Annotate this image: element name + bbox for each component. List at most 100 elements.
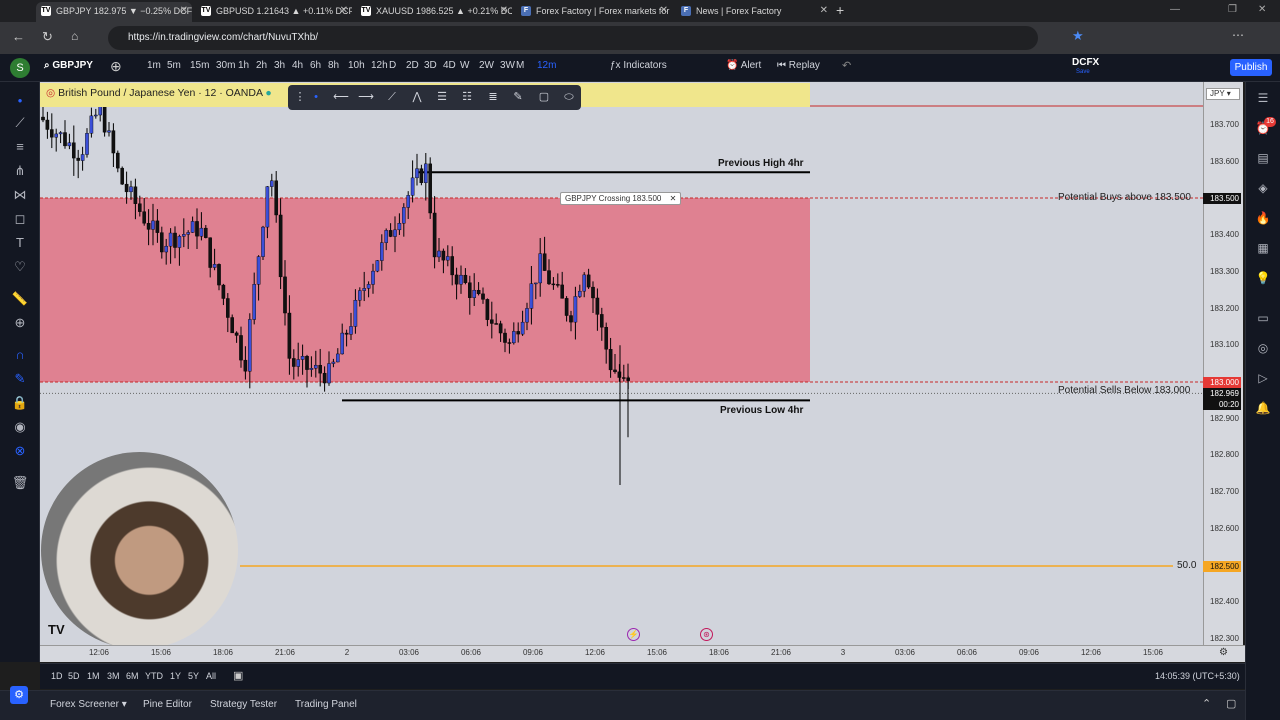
alert-tag[interactable]: GBPJPY Crossing 183.500 ✕	[560, 192, 682, 205]
stream-icon[interactable]: ▷	[1254, 370, 1272, 386]
star-icon[interactable]: ★	[1072, 28, 1084, 44]
panel-forex-screener[interactable]: Forex Screener ▾	[50, 699, 127, 710]
interval-1h[interactable]: 1h	[238, 60, 249, 71]
interval-12h[interactable]: 12h	[371, 60, 388, 71]
close-icon[interactable]: ✕	[670, 194, 677, 203]
chat-icon[interactable]: ▭	[1254, 310, 1272, 326]
collapse-icon[interactable]: ⌃	[1202, 697, 1211, 710]
panel-pine-editor[interactable]: Pine Editor	[143, 699, 192, 710]
interval-W[interactable]: W	[460, 60, 469, 71]
alert-button[interactable]: ⏰ Alert	[726, 60, 761, 71]
interval-8h[interactable]: 8h	[328, 60, 339, 71]
range-3M[interactable]: 3M	[107, 671, 120, 681]
range-5Y[interactable]: 5Y	[188, 671, 199, 681]
ideas-icon[interactable]: 💡	[1254, 270, 1272, 286]
interval-4h[interactable]: 4h	[292, 60, 303, 71]
interval-M[interactable]: M	[516, 60, 524, 71]
clock[interactable]: 14:05:39 (UTC+5:30)	[1155, 671, 1240, 681]
interval-1m[interactable]: 1m	[147, 60, 161, 71]
range-YTD[interactable]: YTD	[145, 671, 163, 681]
path-icon[interactable]: ⋀	[409, 89, 425, 105]
range-5D[interactable]: 5D	[68, 671, 80, 681]
fib-extension-icon[interactable]: ☷	[459, 89, 475, 105]
date-range-icon[interactable]: ▣	[233, 669, 243, 682]
range-1Y[interactable]: 1Y	[170, 671, 181, 681]
magnet-icon[interactable]: ∩	[10, 346, 30, 364]
new-tab-icon[interactable]: +	[836, 2, 844, 18]
trash-icon[interactable]: 🗑	[10, 474, 30, 492]
interval-2h[interactable]: 2h	[256, 60, 267, 71]
bell-icon[interactable]: 🔔	[1254, 400, 1272, 416]
interval-4D[interactable]: 4D	[443, 60, 456, 71]
globe-icon[interactable]: ⊗	[10, 442, 30, 460]
stay-drawing-icon[interactable]: ✎	[10, 370, 30, 388]
undo-icon[interactable]: ↶	[842, 59, 851, 72]
drag-handle-icon[interactable]: ⋮	[292, 89, 308, 105]
interval-10h[interactable]: 10h	[348, 60, 365, 71]
currency-select[interactable]: JPY ▾	[1206, 88, 1240, 100]
range-6M[interactable]: 6M	[126, 671, 139, 681]
rectangle-icon[interactable]: ▢	[536, 89, 552, 105]
tab-gbpusd[interactable]: TV GBPUSD 1.21643 ▲ +0.11% DCF ✕	[196, 2, 352, 22]
publish-button[interactable]: Publish	[1230, 59, 1272, 76]
broker-name[interactable]: DCFX	[1072, 57, 1099, 68]
maximize-panel-icon[interactable]: ▢	[1226, 697, 1236, 710]
back-icon[interactable]: ←	[12, 29, 25, 44]
patterns-icon[interactable]: ⋈	[10, 186, 30, 204]
close-icon[interactable]: ✕	[340, 2, 348, 20]
interval-2D[interactable]: 2D	[406, 60, 419, 71]
cursor-icon[interactable]: •	[10, 92, 30, 110]
more-icon[interactable]: ⋯	[1232, 28, 1244, 42]
lines-icon[interactable]: ≡	[10, 138, 30, 156]
tab-forex-factory[interactable]: F Forex Factory | Forex markets for ✕	[516, 2, 672, 22]
url-field[interactable]: https://in.tradingview.com/chart/NuvuTXh…	[108, 26, 1038, 50]
reload-icon[interactable]: ↻	[42, 29, 53, 45]
trendline-icon[interactable]: ⟋	[384, 89, 400, 105]
layers-icon[interactable]: ◈	[1254, 180, 1272, 196]
ellipse-icon[interactable]: ⬭	[561, 89, 577, 105]
manage-icon[interactable]: ⚙	[10, 686, 28, 704]
range-All[interactable]: All	[206, 671, 216, 681]
tab-xauusd[interactable]: TV XAUUSD 1986.525 ▲ +0.21% DC ✕	[356, 2, 512, 22]
ruler-icon[interactable]: 📏	[10, 290, 30, 308]
avatar[interactable]: S	[10, 58, 30, 78]
minimize-icon[interactable]: —	[1170, 4, 1180, 15]
close-icon[interactable]: ✕	[660, 2, 668, 20]
watchlist-icon[interactable]: ☰	[1254, 90, 1272, 106]
text-icon[interactable]: T	[10, 234, 30, 252]
interval-3W[interactable]: 3W	[500, 60, 515, 71]
interval-15m[interactable]: 15m	[190, 60, 209, 71]
parallel-channel-icon[interactable]: ≣	[485, 89, 501, 105]
close-icon[interactable]: ✕	[500, 2, 508, 20]
horizontal-line-icon[interactable]: ⟶	[358, 89, 374, 105]
event-icon[interactable]: ⊛	[700, 628, 713, 641]
close-icon[interactable]: ✕	[820, 2, 828, 20]
settings-icon[interactable]: ⚙	[1219, 647, 1228, 658]
home-icon[interactable]: ⌂	[71, 29, 78, 43]
close-window-icon[interactable]: ✕	[1258, 4, 1266, 15]
fib-retracement-icon[interactable]: ☰	[434, 89, 450, 105]
symbol-search[interactable]: ⌕ GBPJPY	[44, 60, 93, 71]
heart-icon[interactable]: ♡	[10, 258, 30, 276]
zoom-icon[interactable]: ⊕	[10, 314, 30, 332]
interval-3D[interactable]: 3D	[424, 60, 437, 71]
ray-icon[interactable]: ⟵	[333, 89, 349, 105]
hotlist-icon[interactable]: 🔥	[1254, 210, 1272, 226]
interval-5m[interactable]: 5m	[167, 60, 181, 71]
interval-30m[interactable]: 30m	[216, 60, 235, 71]
replay-button[interactable]: ⏮ Replay	[777, 60, 820, 71]
interval-3h[interactable]: 3h	[274, 60, 285, 71]
interval-2W[interactable]: 2W	[479, 60, 494, 71]
shapes-icon[interactable]: ◻	[10, 210, 30, 228]
lock-icon[interactable]: 🔒	[10, 394, 30, 412]
dot-icon[interactable]: •	[308, 89, 324, 105]
maximize-icon[interactable]: ❐	[1228, 4, 1237, 15]
help-icon[interactable]: ◎	[1254, 340, 1272, 356]
interval-6h[interactable]: 6h	[310, 60, 321, 71]
indicators-button[interactable]: ƒx Indicators	[610, 60, 667, 71]
fib-icon[interactable]: ⋔	[10, 162, 30, 180]
panel-strategy-tester[interactable]: Strategy Tester	[210, 699, 277, 710]
calendar-icon[interactable]: ▦	[1254, 240, 1272, 256]
panel-trading[interactable]: Trading Panel	[295, 699, 357, 710]
tab-gbpjpy[interactable]: TV GBPJPY 182.975 ▼ −0.25% DCFX ✕	[36, 2, 192, 22]
